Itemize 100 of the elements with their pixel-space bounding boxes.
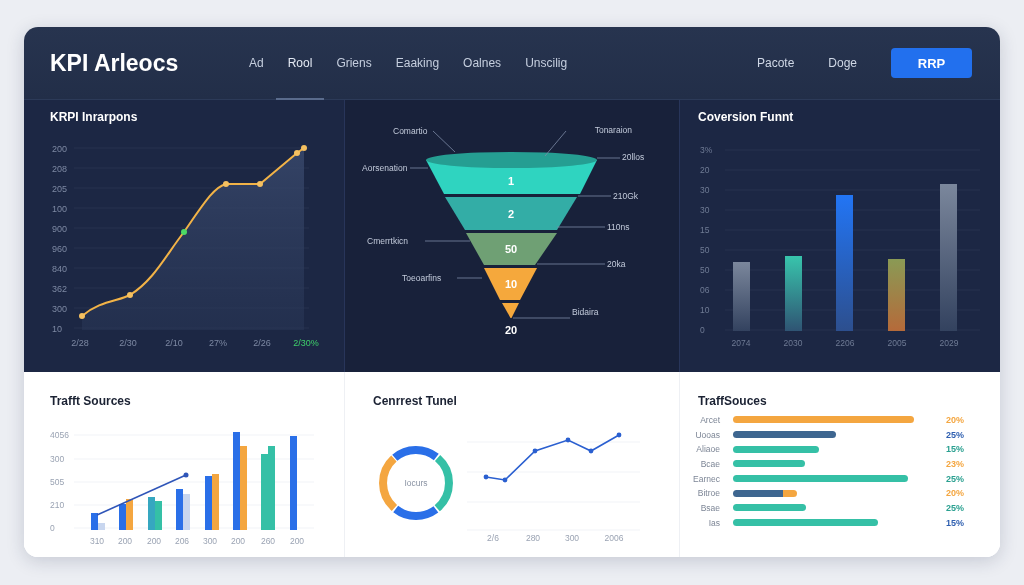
panel-title: Coversion Funnt (697, 109, 795, 126)
axis-label: 2/28 (71, 338, 89, 348)
chart-bar (888, 259, 905, 331)
panel-title: Cenrrest Tunel (372, 393, 458, 410)
panel-title: Trafft Sources (49, 393, 132, 410)
axis-label: 2005 (887, 338, 907, 348)
callout-label: Toeoarfins (402, 273, 442, 283)
callout-label: Bidaira (572, 307, 599, 317)
nav-tab[interactable]: Ad (237, 28, 276, 100)
stage-label: 2 (507, 207, 515, 220)
leader-line (544, 130, 567, 157)
callout-label: 20ka (607, 259, 626, 269)
panel-title: TraffSouces (697, 393, 768, 410)
stage-label: 10 (504, 278, 518, 290)
axis-label: 2/26 (253, 338, 271, 348)
leader-line (409, 167, 429, 169)
axis-label: 15 (700, 225, 710, 235)
percent-value: 15% (946, 517, 964, 528)
axis-label: 960 (52, 244, 68, 254)
axis-label: 300 (50, 454, 65, 464)
data-point (79, 313, 85, 319)
nav-tab[interactable]: Eaaking (383, 28, 452, 100)
panel-title: KRPI Inrarpons (49, 109, 139, 126)
axis-label: 30 (700, 205, 710, 215)
donut-label: Iocurs (404, 478, 428, 488)
axis-label: 2006 (604, 533, 624, 543)
axis-label: 20 (700, 165, 710, 175)
percent-value: 20% (946, 488, 964, 499)
leader-line (512, 317, 571, 319)
nav-tab[interactable]: Oalnes (451, 28, 514, 100)
axis-label: 10 (52, 324, 62, 334)
axis-label: 200 (289, 536, 305, 546)
nav-tab[interactable]: Griens (324, 28, 384, 100)
axis-label: 505 (50, 477, 65, 487)
axis-label: 362 (52, 284, 68, 294)
row-label: Uooas (694, 429, 720, 440)
leader-line (556, 226, 606, 228)
row-label: Bsae (699, 502, 720, 513)
row-label: Earnec (692, 473, 720, 484)
leader-line (536, 263, 606, 265)
axis-label: 2030 (783, 338, 803, 348)
axis-label: 200 (146, 536, 162, 546)
axis-label: 3% (700, 145, 713, 155)
axis-label: 2029 (939, 338, 959, 348)
axis-label: 208 (52, 164, 68, 174)
callout-label: Tonaraion (594, 125, 632, 135)
row-label: Aliaoe (695, 444, 720, 455)
axis-label: 2206 (835, 338, 855, 348)
axis-label: 210 (50, 500, 65, 510)
axis-label: 2074 (731, 338, 751, 348)
axis-label: 2/6 (487, 533, 499, 543)
leader-line (424, 240, 471, 242)
primary-button[interactable]: RRP (891, 48, 972, 78)
app-title: KPI Arleocs (50, 49, 180, 77)
axis-label: 50 (700, 265, 710, 275)
axis-label: 260 (260, 536, 276, 546)
axis-label: 300 (52, 304, 68, 314)
nav-tab[interactable]: Unscilig (513, 28, 580, 100)
leader-line (596, 157, 621, 159)
leader-line (577, 195, 612, 197)
axis-label: 0 (50, 523, 55, 533)
row-label: Bcae (699, 458, 720, 469)
callout-label: Aorsenation (362, 163, 408, 173)
data-point (127, 292, 133, 298)
axis-label: 206 (174, 536, 190, 546)
percent-value: 20% (946, 414, 964, 425)
nav-link[interactable]: Pacote (756, 56, 795, 70)
percent-value: 25% (946, 429, 964, 440)
chart-bar (733, 262, 750, 331)
data-point (223, 181, 229, 187)
axis-label: 280 (525, 533, 541, 543)
callout-label: Comartio (393, 126, 428, 136)
leader-line (432, 130, 456, 153)
percent-value: 25% (946, 502, 964, 513)
callout-label: 210Gk (613, 191, 639, 201)
axis-label: 2/10 (165, 338, 183, 348)
percent-value: 15% (946, 444, 964, 455)
axis-label: 300 (202, 536, 218, 546)
axis-label: 30 (700, 185, 710, 195)
axis-label: 300 (564, 533, 580, 543)
axis-label: 50 (700, 245, 710, 255)
axis-label: 200 (117, 536, 133, 546)
leader-line (456, 277, 483, 279)
axis-label: 200 (52, 144, 68, 154)
axis-label: 0 (700, 325, 705, 335)
row-label: Bitroe (696, 488, 720, 499)
percent-value: 23% (946, 458, 964, 469)
nav-link[interactable]: Doge (828, 56, 857, 70)
funnel-total: 20 (504, 324, 518, 336)
axis-label: 2/30% (293, 338, 319, 348)
row-label: Arcet (699, 414, 720, 425)
axis-label: 900 (52, 224, 68, 234)
percent-value: 25% (946, 473, 964, 484)
axis-label: 10 (700, 305, 710, 315)
data-point (181, 229, 187, 235)
axis-label: 100 (52, 204, 68, 214)
axis-label: 205 (52, 184, 68, 194)
row-label: Ias (707, 517, 720, 528)
stage-label: 1 (507, 175, 515, 187)
callout-label: 20llos (622, 152, 645, 162)
